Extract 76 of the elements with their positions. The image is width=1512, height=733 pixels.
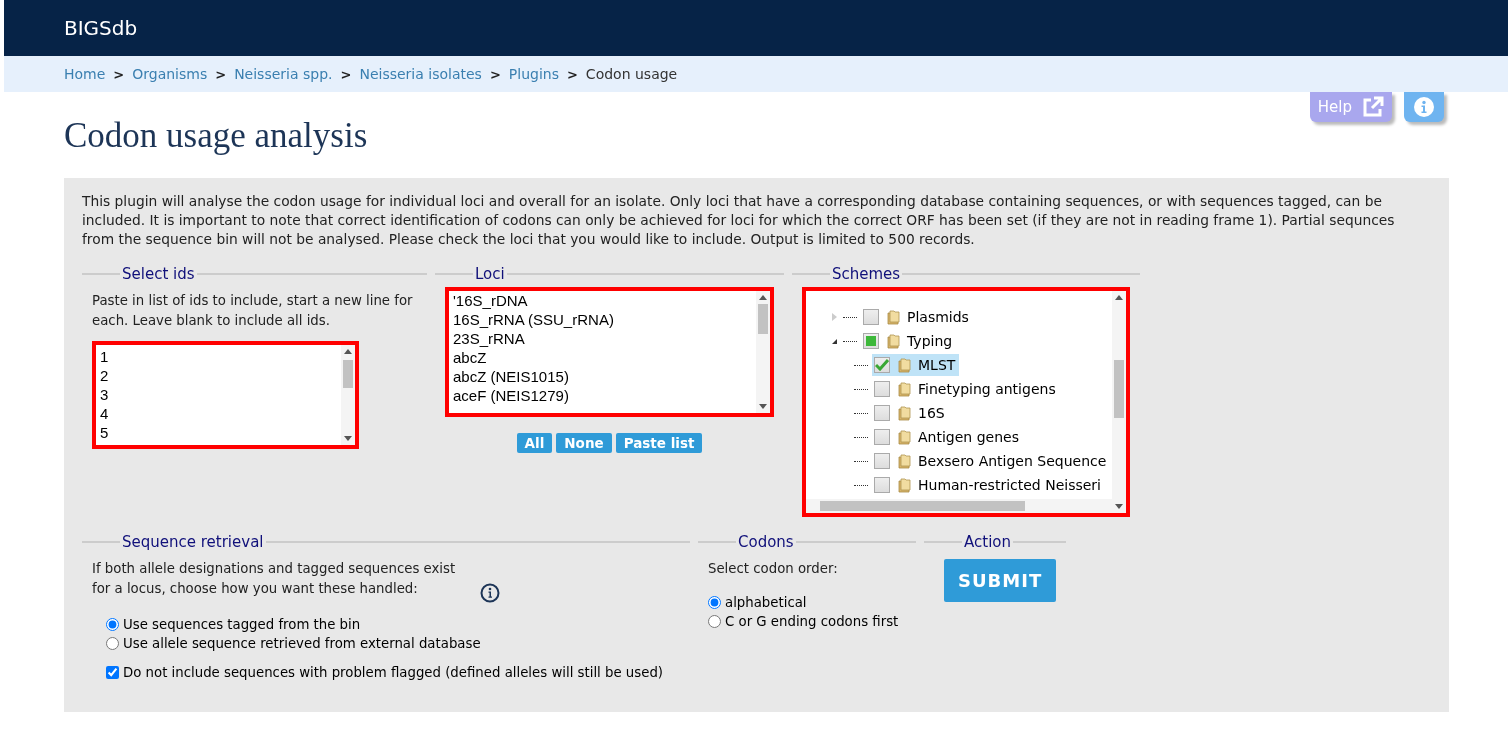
- ids-field[interactable]: 1 2 3 4 5: [92, 341, 359, 449]
- fieldset-legend: Schemes: [830, 265, 903, 283]
- checkbox[interactable]: [863, 333, 879, 349]
- breadcrumb-link[interactable]: Home: [64, 66, 106, 82]
- external-link-icon: [1362, 96, 1384, 118]
- info-icon: [1413, 96, 1435, 118]
- retrieval-option[interactable]: Use sequences tagged from the bin: [106, 615, 680, 634]
- breadcrumb-separator: >: [113, 66, 125, 82]
- fieldset-legend: Sequence retrieval: [120, 533, 266, 551]
- retrieval-option[interactable]: Use allele sequence retrieved from external database: [106, 634, 680, 653]
- folder-icon: [896, 405, 912, 421]
- vertical-scrollbar[interactable]: [341, 345, 355, 445]
- tree-item[interactable]: Human-restricted Neisseri: [872, 474, 1105, 496]
- checkbox[interactable]: [874, 453, 890, 469]
- checkbox[interactable]: [874, 381, 890, 397]
- checkbox[interactable]: [874, 357, 890, 373]
- current-page-label[interactable]: Codon usage: [585, 66, 678, 82]
- loci-listbox[interactable]: '16S_rDNA 16S_rRNA (SSU_rRNA) 23S_rRNA abcZ abcZ (NEIS1015) aceF (NEIS1279): [445, 287, 774, 417]
- fieldset-legend: Select ids: [120, 265, 197, 283]
- codon-order-option[interactable]: alphabetical: [708, 593, 906, 612]
- site-title[interactable]: BIGSdb: [64, 16, 138, 40]
- checkbox[interactable]: [874, 477, 890, 493]
- checkbox[interactable]: [863, 309, 879, 325]
- tree-item[interactable]: Antigen genes: [872, 426, 1023, 448]
- breadcrumb-link[interactable]: Plugins: [508, 66, 559, 82]
- radio-button[interactable]: [106, 637, 119, 650]
- folder-icon: [896, 429, 912, 445]
- fieldset-legend: Action: [962, 533, 1013, 551]
- exclude-flagged-option[interactable]: Do not include sequences with problem flagged (defined alleles will still be used): [106, 663, 680, 682]
- tree-item[interactable]: Finetyping antigens: [872, 378, 1060, 400]
- folder-icon: [896, 477, 912, 493]
- tree-item[interactable]: MLST: [872, 354, 960, 376]
- tree-item[interactable]: Typing: [861, 330, 957, 352]
- locus-option[interactable]: '16S_rDNA: [453, 291, 752, 310]
- folder-icon: [885, 333, 901, 349]
- intro-text: This plugin will analyse the codon usage for individual loci and overall for an isolate. Only loci that have a corresponding database containing sequences, or with sequences tagged, can be included. It is important to note that correct identification of codons can only be achieved for loci for which the correct ORF has been set (if they are not in reading frame 1). Partial sequnces from the sequence bin will not be analysed. Please check the loci that you would like to include. Output is limited to 500 records.: [82, 192, 1396, 249]
- codon-order-label: Select codon order:: [708, 560, 839, 578]
- radio-button[interactable]: [708, 615, 721, 628]
- tree-item[interactable]: 16S: [872, 402, 949, 424]
- breadcrumb-link[interactable]: Neisseria isolates: [359, 66, 482, 82]
- ids-hint: Paste in list of ids to include, start a new line for each. Leave blank to include all ids.: [92, 292, 414, 330]
- locus-option[interactable]: 23S_rRNA: [453, 329, 752, 348]
- horizontal-scrollbar[interactable]: [806, 499, 1112, 513]
- schemes-tree[interactable]: Plasmids Typing MLST Finetyping antigens 16S Antigen genes Bexsero Antigen Sequence Human-restricted Neisseri: [802, 287, 1130, 517]
- collapsed-arrow-icon[interactable]: [832, 313, 837, 321]
- locus-option[interactable]: aceF (NEIS1279): [453, 386, 752, 405]
- folder-icon: [896, 357, 912, 373]
- locus-option[interactable]: abcZ (NEIS1015): [453, 367, 752, 386]
- locus-option[interactable]: 16S_rRNA (SSU_rRNA): [453, 310, 752, 329]
- fieldset-legend: Loci: [473, 265, 507, 283]
- info-icon[interactable]: [480, 583, 500, 603]
- breadcrumb-link[interactable]: Organisms: [132, 66, 208, 82]
- tree-item[interactable]: Plasmids: [861, 306, 973, 328]
- breadcrumb-separator: >: [489, 66, 501, 82]
- fieldset-legend: Codons: [736, 533, 796, 551]
- breadcrumb-separator: >: [340, 66, 352, 82]
- expanded-arrow-icon[interactable]: [832, 338, 837, 344]
- folder-icon: [896, 381, 912, 397]
- breadcrumb-link[interactable]: Neisseria spp.: [234, 66, 333, 82]
- breadcrumb-separator: >: [215, 66, 227, 82]
- checkbox[interactable]: [106, 666, 119, 679]
- radio-button[interactable]: [708, 596, 721, 609]
- tree-item[interactable]: Bexsero Antigen Sequence: [872, 450, 1111, 472]
- folder-icon: [896, 453, 912, 469]
- checkbox[interactable]: [874, 405, 890, 421]
- vertical-scrollbar[interactable]: [1112, 291, 1126, 513]
- page-title: Codon usage analysis: [64, 116, 368, 156]
- checkbox[interactable]: [874, 429, 890, 445]
- folder-icon: [885, 309, 901, 325]
- codon-order-option[interactable]: C or G ending codons first: [708, 612, 906, 631]
- info-button[interactable]: [1404, 92, 1444, 122]
- locus-option[interactable]: abcZ: [453, 348, 752, 367]
- retrieval-text: If both allele designations and tagged sequences exist for a locus, choose how you want these handled:: [92, 560, 457, 598]
- vertical-scrollbar[interactable]: [756, 291, 770, 413]
- radio-button[interactable]: [106, 618, 119, 631]
- breadcrumb-separator: >: [566, 66, 578, 82]
